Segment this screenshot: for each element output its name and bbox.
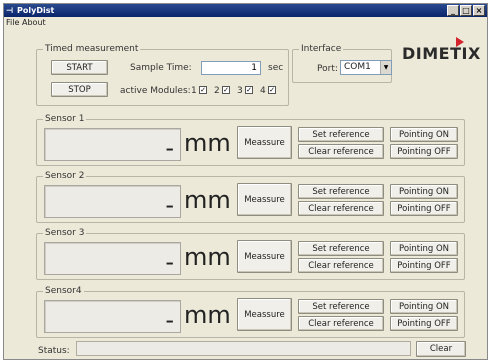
- sensor-1-reading: -: [165, 134, 174, 162]
- sensor-2-clear-reference-button[interactable]: Clear reference: [298, 201, 384, 216]
- sensor-3-measure-button[interactable]: Meassure: [237, 240, 292, 273]
- sample-time-label: Sample Time:: [130, 63, 192, 73]
- close-button[interactable]: ×: [473, 5, 485, 16]
- port-label: Port:: [317, 64, 338, 74]
- clear-status-button[interactable]: Clear: [416, 341, 466, 357]
- logo-triangle-icon: [456, 37, 464, 47]
- stop-button[interactable]: STOP: [51, 82, 108, 97]
- module-4-checkbox[interactable]: ✓: [268, 86, 276, 94]
- sensor-3-clear-reference-button[interactable]: Clear reference: [298, 258, 384, 273]
- sensor-1-display: -: [44, 128, 181, 161]
- port-value: COM1: [344, 62, 371, 72]
- window-title: PolyDist: [17, 6, 55, 15]
- sensor-2-unit: mm: [184, 186, 231, 214]
- timed-measurement-group: Timed measurement: [36, 44, 289, 106]
- title-bar[interactable]: ⊣ PolyDist _ □ ×: [4, 4, 487, 17]
- active-modules-label: active Modules:: [120, 86, 191, 96]
- sensor-2-legend: Sensor 2: [43, 171, 87, 182]
- sensor-2-pointing-on-button[interactable]: Pointing ON: [390, 184, 458, 199]
- window-controls: _ □ ×: [447, 5, 485, 16]
- app-icon: ⊣: [6, 6, 14, 15]
- sensor-2-set-reference-button[interactable]: Set reference: [298, 184, 384, 199]
- sensor-3-set-reference-button[interactable]: Set reference: [298, 241, 384, 256]
- sensor-3-unit: mm: [184, 243, 231, 271]
- sample-time-input[interactable]: [201, 61, 261, 75]
- sensor-4-legend: Sensor4: [43, 286, 84, 297]
- module-4-label: 4: [260, 86, 266, 96]
- maximize-button[interactable]: □: [460, 5, 472, 16]
- menu-bar: File About: [4, 17, 487, 29]
- sensor-4-unit: mm: [184, 301, 231, 329]
- sensor-3-legend: Sensor 3: [43, 228, 87, 239]
- port-select[interactable]: COM1 ▼: [340, 60, 392, 75]
- module-1-checkbox[interactable]: ✓: [199, 86, 207, 94]
- sensor-4-set-reference-button[interactable]: Set reference: [298, 299, 384, 314]
- timed-measurement-legend: Timed measurement: [43, 44, 141, 55]
- sensor-4-measure-button[interactable]: Meassure: [237, 298, 292, 331]
- status-field: [76, 341, 411, 356]
- sensor-4-pointing-off-button[interactable]: Pointing OFF: [390, 316, 458, 331]
- app-window: ⊣ PolyDist _ □ × File About Timed measur…: [3, 3, 488, 360]
- sensor-1-measure-button[interactable]: Meassure: [237, 126, 292, 159]
- dimetix-logo: DIMETIX: [402, 44, 481, 63]
- sensor-1-unit: mm: [184, 129, 231, 157]
- sensor-4-reading: -: [165, 306, 174, 334]
- sensor-2-reading: -: [165, 191, 174, 219]
- sensor-2-pointing-off-button[interactable]: Pointing OFF: [390, 201, 458, 216]
- module-3-checkbox[interactable]: ✓: [245, 86, 253, 94]
- sensor-2-measure-button[interactable]: Meassure: [237, 183, 292, 216]
- minimize-button[interactable]: _: [447, 5, 459, 16]
- interface-legend: Interface: [299, 44, 344, 55]
- sensor-1-legend: Sensor 1: [43, 114, 87, 125]
- chevron-down-icon[interactable]: ▼: [380, 61, 391, 74]
- sensor-3-reading: -: [165, 248, 174, 276]
- menu-file[interactable]: File: [6, 17, 19, 29]
- sensor-2-display: -: [44, 185, 181, 218]
- sensor-4-clear-reference-button[interactable]: Clear reference: [298, 316, 384, 331]
- menu-about[interactable]: About: [22, 17, 46, 29]
- sensor-4-pointing-on-button[interactable]: Pointing ON: [390, 299, 458, 314]
- sensor-1-pointing-off-button[interactable]: Pointing OFF: [390, 144, 458, 159]
- sensor-1-clear-reference-button[interactable]: Clear reference: [298, 144, 384, 159]
- status-label: Status:: [38, 346, 70, 356]
- module-2-checkbox[interactable]: ✓: [222, 86, 230, 94]
- module-3-label: 3: [237, 86, 243, 96]
- module-2-label: 2: [214, 86, 220, 96]
- module-1-label: 1: [191, 86, 197, 96]
- sensor-1-pointing-on-button[interactable]: Pointing ON: [390, 127, 458, 142]
- start-button[interactable]: START: [51, 60, 108, 75]
- sensor-3-pointing-on-button[interactable]: Pointing ON: [390, 241, 458, 256]
- sensor-3-display: -: [44, 242, 181, 275]
- sensor-3-pointing-off-button[interactable]: Pointing OFF: [390, 258, 458, 273]
- sensor-4-display: -: [44, 300, 181, 333]
- sample-time-unit: sec: [268, 63, 284, 73]
- sensor-1-set-reference-button[interactable]: Set reference: [298, 127, 384, 142]
